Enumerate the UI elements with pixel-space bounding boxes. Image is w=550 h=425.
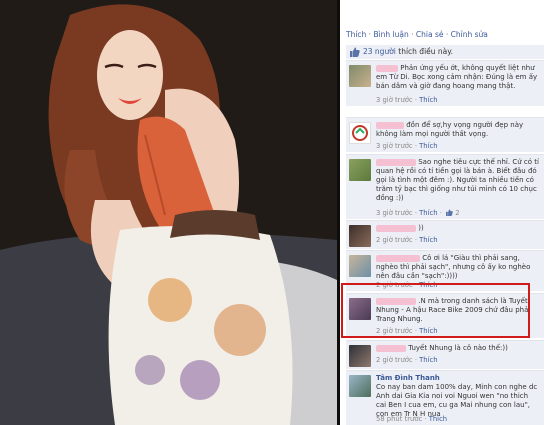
blurred-name <box>376 344 406 352</box>
avatar[interactable] <box>349 345 371 367</box>
comment-meta: 3 giờ trước · Thích <box>376 96 438 104</box>
comment-body: Cô ơi lá "Giàu thì phải sang, nghèo thì … <box>376 254 540 281</box>
comment-meta: 2 giờ trước · Thích <box>376 236 438 244</box>
comment-body: )) <box>376 224 540 233</box>
highlight-box <box>341 283 530 338</box>
share-link[interactable]: Chia sẻ <box>416 30 444 39</box>
blurred-name <box>376 64 398 72</box>
avatar[interactable] <box>349 375 371 397</box>
comments-panel: Thích · Bình luận · Chia sẻ · Chỉnh sửa … <box>340 0 550 425</box>
comment-item: Sao nghe tiêu cực thế nhỉ. Cứ có tí quan… <box>346 154 544 219</box>
comment-item: )) 2 giờ trước · Thích <box>346 220 544 249</box>
logo-icon <box>352 125 368 141</box>
avatar[interactable] <box>349 255 371 277</box>
comment-time: 3 giờ trước <box>376 209 413 217</box>
comment-like-link[interactable]: Thích <box>419 356 437 364</box>
comment-time: 2 giờ trước <box>376 356 413 364</box>
comment-meta: 3 giờ trước · Thích · 2 <box>376 209 460 217</box>
comment-text: )) <box>418 224 424 232</box>
sep: · <box>408 30 416 39</box>
comment-time: 3 giờ trước <box>376 96 413 104</box>
comment-time: 58 phút trước <box>376 415 423 423</box>
comment-like-link[interactable]: Thích <box>419 96 437 104</box>
comment-like-link[interactable]: Thích <box>419 209 437 217</box>
photo-woman-orange-dress <box>0 0 337 425</box>
comment-text: Tuyết Nhung là cô nào thế:)) <box>408 344 508 352</box>
comment-time: 3 giờ trước <box>376 142 413 150</box>
comment-body: Tâm Đình Thanh Co nay ban dam 100% day, M… <box>376 374 540 419</box>
comment-item: đồn để sợ,hy vọng người đẹp này không là… <box>346 117 544 152</box>
likes-summary: 23 người thích điều này. <box>346 45 544 59</box>
comment-item: Tâm Đình Thanh Co nay ban dam 100% day, M… <box>346 370 544 425</box>
blurred-name <box>376 158 416 166</box>
comment-like-link[interactable]: Thích <box>419 142 437 150</box>
likes-suffix: thích điều này. <box>398 47 454 56</box>
post-actions: Thích · Bình luận · Chia sẻ · Chỉnh sửa <box>346 30 488 39</box>
comment-text: Phản ứng yếu ớt, không quyết liệt như em… <box>376 64 538 90</box>
comment-body: Sao nghe tiêu cực thế nhỉ. Cứ có tí quan… <box>376 158 540 203</box>
sep: · <box>443 30 451 39</box>
comment-text: Co nay ban dam 100% day, Minh con nghe d… <box>376 383 538 418</box>
comment-item: Phản ứng yếu ớt, không quyết liệt như em… <box>346 60 544 106</box>
thumbs-up-icon <box>350 47 360 57</box>
commenter-name[interactable]: Tâm Đình Thanh <box>376 374 440 382</box>
comment-body: Tuyết Nhung là cô nào thế:)) <box>376 344 540 353</box>
thumbs-up-icon <box>446 209 453 216</box>
edit-link[interactable]: Chỉnh sửa <box>451 30 488 39</box>
comment-time: 2 giờ trước <box>376 236 413 244</box>
blurred-name <box>376 121 404 129</box>
comment-body: đồn để sợ,hy vọng người đẹp này không là… <box>376 121 540 139</box>
blurred-name <box>376 224 416 232</box>
comment-meta: 2 giờ trước · Thích <box>376 356 438 364</box>
comment-like-link[interactable]: Thích <box>419 236 437 244</box>
photo-illustration <box>0 0 337 425</box>
likes-count-link[interactable]: 23 người <box>363 47 396 56</box>
comment-item: Tuyết Nhung là cô nào thế:)) 2 giờ trước… <box>346 340 544 369</box>
like-link[interactable]: Thích <box>346 30 366 39</box>
comment-body: Phản ứng yếu ớt, không quyết liệt như em… <box>376 64 540 91</box>
comment-like-count: 2 <box>455 209 460 217</box>
comment-meta: 58 phút trước · Thích <box>376 415 448 423</box>
avatar[interactable] <box>349 225 371 247</box>
blurred-name <box>376 254 420 262</box>
comment-meta: 3 giờ trước · Thích <box>376 142 438 150</box>
avatar[interactable] <box>349 122 371 144</box>
avatar[interactable] <box>349 65 371 87</box>
avatar[interactable] <box>349 159 371 181</box>
comment-like-link[interactable]: Thích <box>429 415 447 423</box>
comment-link[interactable]: Bình luận <box>373 30 408 39</box>
